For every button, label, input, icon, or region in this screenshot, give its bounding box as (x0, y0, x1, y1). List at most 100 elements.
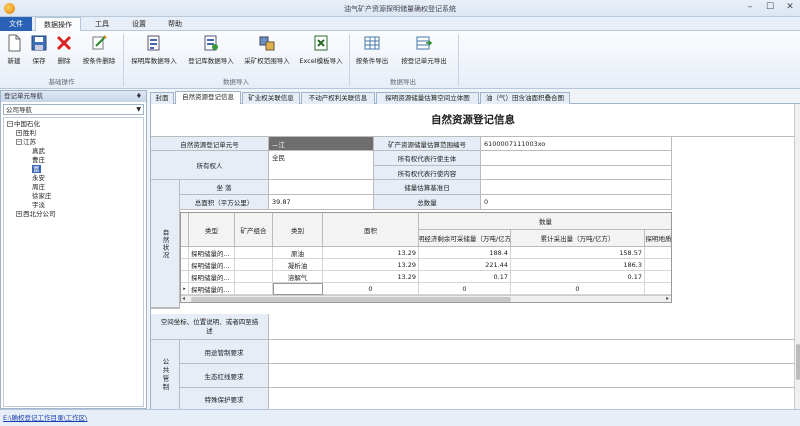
export-by-unit-button[interactable]: 按登记单元导出 (394, 34, 454, 70)
nav-combo[interactable]: 公司导航 ▼ (3, 104, 144, 115)
col-quantity[interactable]: 数量 (419, 213, 671, 230)
tab-real-estate[interactable]: 不动产权利关联信息 (301, 92, 375, 104)
maximize-icon[interactable]: ☐ (764, 2, 776, 12)
special-field[interactable] (269, 388, 794, 409)
total-qty-field[interactable]: 0 (481, 195, 672, 210)
eco-field[interactable] (269, 364, 794, 388)
owner-field[interactable]: 全民 (269, 151, 374, 180)
tree-node-selected[interactable]: 富 (32, 165, 41, 173)
delete-by-condition-button[interactable]: 按条件删除 (78, 34, 120, 70)
grid-cell[interactable]: 0.17 (511, 271, 645, 283)
menu-data-ops[interactable]: 数据操作 (35, 17, 81, 31)
grid-cell-editing[interactable] (273, 283, 323, 295)
unit-no-field[interactable]: —江 (269, 137, 374, 151)
pin-icon[interactable]: ♦ (136, 91, 142, 102)
grid-cell[interactable] (235, 259, 273, 271)
col-type[interactable]: 类型 (189, 213, 235, 247)
expand-icon[interactable]: + (16, 130, 22, 136)
col-q3[interactable]: 探明地质 (645, 230, 671, 247)
tab-mining-rights[interactable]: 矿业权关联信息 (242, 92, 300, 104)
grid-cell[interactable]: 0 (323, 283, 419, 295)
new-button[interactable]: 新建 (3, 34, 25, 70)
grid-cell[interactable]: 221.44 (419, 259, 511, 271)
tab-3d-view[interactable]: 探明资源储量估算空间立体图 (376, 92, 479, 104)
expand-icon[interactable]: + (16, 211, 22, 217)
tree-node-yongan[interactable]: 永安 (32, 174, 45, 182)
grid-cell[interactable]: 凝析油 (273, 259, 323, 271)
usage-field[interactable] (269, 340, 794, 364)
tree-node-zhouzhuang[interactable]: 周庄 (32, 183, 45, 191)
row-indicator[interactable] (181, 271, 189, 283)
grid-cell[interactable]: 188.4 (419, 247, 511, 259)
est-range-field[interactable]: 6100007111003xo (481, 137, 672, 151)
grid-cell[interactable] (645, 283, 671, 295)
col-combo[interactable]: 矿产组合 (235, 213, 273, 247)
grid-cell[interactable]: 0 (511, 283, 645, 295)
grid-cell[interactable] (235, 271, 273, 283)
grid-cell[interactable]: 0 (419, 283, 511, 295)
grid-cell[interactable] (645, 247, 671, 259)
grid-cell[interactable]: 158.57 (511, 247, 645, 259)
export-by-condition-button[interactable]: 按条件导出 (352, 34, 392, 70)
scroll-right-icon[interactable]: ▸ (666, 295, 669, 302)
current-row-arrow-icon[interactable]: ▸ (181, 283, 189, 295)
grid-cell[interactable] (645, 259, 671, 271)
menu-help[interactable]: 帮助 (158, 17, 192, 31)
spatial-field[interactable] (269, 314, 794, 340)
menu-tools[interactable]: 工具 (85, 17, 119, 31)
workspace-path-link[interactable]: E:\确权登记工作目录\工作区\ (3, 414, 87, 422)
tree-node-zhenwu[interactable]: 真武 (32, 147, 45, 155)
grid-horizontal-scrollbar[interactable]: ◂ ▸ (181, 295, 671, 302)
grid-cell[interactable]: 原油 (273, 247, 323, 259)
grid-cell[interactable] (645, 271, 671, 283)
grid-cell[interactable]: 13.29 (323, 247, 419, 259)
tree-node-northwest[interactable]: + 西北分公司 (16, 210, 56, 218)
menu-settings[interactable]: 设置 (122, 17, 156, 31)
grid-cell[interactable]: 186.3 (511, 259, 645, 271)
main-vertical-scrollbar[interactable] (794, 104, 800, 409)
menu-file[interactable]: 文件 (0, 17, 32, 31)
delete-button[interactable]: 删除 (53, 34, 75, 70)
import-explored-button[interactable]: 探明库数据导入 (126, 34, 182, 70)
owner-rep-subject-field[interactable] (481, 151, 672, 166)
collapse-icon[interactable]: − (16, 139, 22, 145)
grid-cell[interactable]: 探明储量的... (189, 283, 235, 295)
scroll-left-icon[interactable]: ◂ (182, 295, 185, 302)
scroll-thumb[interactable] (191, 297, 511, 302)
area-field[interactable]: 39.87 (269, 195, 374, 210)
import-excel-button[interactable]: Excel模板导入 (296, 34, 346, 70)
row-indicator[interactable] (181, 247, 189, 259)
owner-rep-content-field[interactable] (481, 166, 672, 180)
tree-node-shengli[interactable]: + 胜利 (16, 129, 36, 137)
grid-cell[interactable]: 探明储量的... (189, 271, 235, 283)
import-registry-button[interactable]: 登记库数据导入 (184, 34, 238, 70)
tree-node-xujiazhuang[interactable]: 徐家庄 (32, 192, 52, 200)
grid-cell[interactable]: 探明储量的... (189, 259, 235, 271)
tab-natural-resource[interactable]: 自然资源登记信息 (175, 91, 241, 104)
grid-cell[interactable]: 探明储量的... (189, 247, 235, 259)
tree-node-root[interactable]: − 中国石化 (7, 120, 40, 128)
close-icon[interactable]: ✕ (784, 2, 796, 12)
tree-node-caozhuang[interactable]: 曹庄 (32, 156, 45, 164)
grid-cell[interactable]: 溶解气 (273, 271, 323, 283)
grid-cell[interactable] (235, 247, 273, 259)
base-date-field[interactable] (481, 180, 672, 195)
tab-overlay-map[interactable]: 油（气）田含油面积叠合图 (480, 92, 570, 104)
grid-cell[interactable]: 13.29 (323, 271, 419, 283)
scroll-thumb[interactable] (796, 344, 800, 380)
row-indicator[interactable] (181, 259, 189, 271)
grid-cell[interactable]: 0.17 (419, 271, 511, 283)
minimize-icon[interactable]: – (744, 2, 756, 12)
grid-cell[interactable]: 13.29 (323, 259, 419, 271)
col-area[interactable]: 面积 (323, 213, 419, 247)
tree-node-jiangsu[interactable]: − 江苏 (16, 138, 36, 146)
save-button[interactable]: 保存 (28, 34, 50, 70)
chevron-down-icon[interactable]: ▼ (136, 105, 141, 115)
import-mining-range-button[interactable]: 采矿权范围导入 (240, 34, 294, 70)
col-q2[interactable]: 累计采出量（万吨/亿方） (511, 230, 645, 247)
location-field[interactable] (269, 180, 374, 195)
tree-node-yudan[interactable]: 宇淡 (32, 201, 45, 209)
collapse-icon[interactable]: − (7, 121, 13, 127)
col-category[interactable]: 类别 (273, 213, 323, 247)
col-q1[interactable]: 探明经济剩余可采储量（万吨/亿方） (419, 230, 511, 247)
